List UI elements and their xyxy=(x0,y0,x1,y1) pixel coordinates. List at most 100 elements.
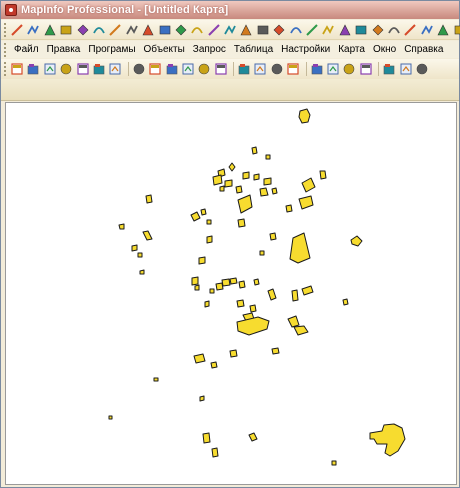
pencil-icon[interactable] xyxy=(207,23,221,37)
info-icon[interactable] xyxy=(359,62,373,76)
triangle-icon[interactable] xyxy=(420,23,434,37)
building-polygon[interactable] xyxy=(193,353,206,364)
building-polygon[interactable] xyxy=(248,432,258,442)
building-polygon[interactable] xyxy=(204,300,210,308)
building-polygon[interactable] xyxy=(215,282,224,291)
measure-icon[interactable] xyxy=(158,23,172,37)
map-window[interactable] xyxy=(5,102,457,485)
building-polygon[interactable] xyxy=(224,179,233,188)
paste-icon[interactable] xyxy=(270,62,284,76)
menu-table[interactable]: Таблица xyxy=(230,44,277,55)
building-polygon[interactable] xyxy=(298,195,314,210)
save-icon[interactable] xyxy=(59,62,73,76)
arrow-right-icon[interactable] xyxy=(338,23,352,37)
layout-icon[interactable] xyxy=(310,62,324,76)
building-polygon[interactable] xyxy=(209,288,215,294)
wave-icon[interactable] xyxy=(403,23,417,37)
building-polygon[interactable] xyxy=(265,154,271,160)
building-polygon[interactable] xyxy=(287,315,300,328)
building-polygon[interactable] xyxy=(285,204,293,213)
marquee-select-icon[interactable] xyxy=(399,62,413,76)
building-polygon[interactable] xyxy=(293,325,309,336)
print-preview-icon[interactable] xyxy=(92,62,106,76)
title-bar[interactable]: MapInfo Professional - [Untitled Карта] xyxy=(1,1,459,19)
layer-control-icon[interactable] xyxy=(148,62,162,76)
open-workspace-icon[interactable] xyxy=(43,62,57,76)
building-polygon[interactable] xyxy=(190,211,201,222)
building-polygon[interactable] xyxy=(301,285,314,296)
building-polygon[interactable] xyxy=(259,250,265,256)
tower-icon[interactable] xyxy=(305,23,319,37)
scale-icon[interactable] xyxy=(436,23,450,37)
house-icon[interactable] xyxy=(256,23,270,37)
building-polygon[interactable] xyxy=(319,170,327,180)
greater-than-icon[interactable] xyxy=(354,23,368,37)
building-polygon[interactable] xyxy=(253,278,260,286)
building-polygon[interactable] xyxy=(210,361,218,369)
browser-icon[interactable] xyxy=(165,62,179,76)
building-polygon[interactable] xyxy=(298,108,311,124)
menubar-grip[interactable] xyxy=(4,42,7,57)
building-polygon[interactable] xyxy=(194,284,200,291)
building-polygon[interactable] xyxy=(269,232,277,241)
statistics-icon[interactable] xyxy=(342,62,356,76)
terrain-icon[interactable] xyxy=(289,23,303,37)
building-polygon[interactable] xyxy=(235,185,243,194)
route-icon[interactable] xyxy=(272,23,286,37)
building-polygon[interactable] xyxy=(198,256,206,265)
building-polygon[interactable] xyxy=(236,299,245,308)
frame-icon[interactable] xyxy=(387,23,401,37)
check-icon[interactable] xyxy=(92,23,106,37)
building-polygon[interactable] xyxy=(221,278,231,287)
building-polygon[interactable] xyxy=(229,277,238,285)
chevron-right-icon[interactable] xyxy=(371,23,385,37)
diamond-icon[interactable] xyxy=(190,23,204,37)
building-polygon[interactable] xyxy=(253,173,260,181)
new-icon[interactable] xyxy=(10,62,24,76)
building-polygon[interactable] xyxy=(137,252,143,258)
arc-icon[interactable] xyxy=(76,23,90,37)
building-polygon[interactable] xyxy=(202,432,211,444)
select-icon[interactable] xyxy=(10,23,24,37)
cut-icon[interactable] xyxy=(237,62,251,76)
building-polygon[interactable] xyxy=(291,289,299,302)
building-polygon[interactable] xyxy=(153,377,159,382)
graph-icon[interactable] xyxy=(197,62,211,76)
menu-window[interactable]: Окно xyxy=(369,44,400,55)
building-polygon[interactable] xyxy=(242,171,250,180)
building-polygon[interactable] xyxy=(142,230,153,241)
building-polygon[interactable] xyxy=(237,194,253,214)
layers-icon[interactable] xyxy=(174,23,188,37)
angle-icon[interactable] xyxy=(108,23,122,37)
building-polygon[interactable] xyxy=(212,174,223,186)
building-polygon[interactable] xyxy=(331,460,337,466)
toolbar-grip[interactable] xyxy=(4,62,7,76)
menu-options[interactable]: Настройки xyxy=(277,44,334,55)
building-polygon[interactable] xyxy=(200,208,207,216)
menu-objects[interactable]: Объекты xyxy=(140,44,189,55)
building-polygon[interactable] xyxy=(199,395,205,402)
open-icon[interactable] xyxy=(26,62,40,76)
menu-programs[interactable]: Програмы xyxy=(84,44,139,55)
building-icon[interactable] xyxy=(321,23,335,37)
building-polygon[interactable] xyxy=(238,280,246,289)
save-copy-icon[interactable] xyxy=(76,62,90,76)
building-polygon[interactable] xyxy=(131,244,138,252)
polyline-icon[interactable] xyxy=(43,23,57,37)
building-polygon[interactable] xyxy=(263,177,272,186)
mountain-icon[interactable] xyxy=(141,23,155,37)
building-polygon[interactable] xyxy=(206,219,212,225)
building-polygon[interactable] xyxy=(267,288,277,301)
building-polygon[interactable] xyxy=(236,316,270,336)
menu-query[interactable]: Запрос xyxy=(189,44,230,55)
menu-map[interactable]: Карта xyxy=(334,44,369,55)
mapinfo-app-icon[interactable] xyxy=(5,4,17,16)
building-polygon[interactable] xyxy=(118,223,125,230)
pointer-select-icon[interactable] xyxy=(382,62,396,76)
find-icon[interactable] xyxy=(108,62,122,76)
building-polygon[interactable] xyxy=(289,232,311,264)
undo-icon[interactable] xyxy=(286,62,300,76)
building-polygon[interactable] xyxy=(271,347,280,355)
new-window-icon[interactable] xyxy=(132,62,146,76)
copy-icon[interactable] xyxy=(253,62,267,76)
